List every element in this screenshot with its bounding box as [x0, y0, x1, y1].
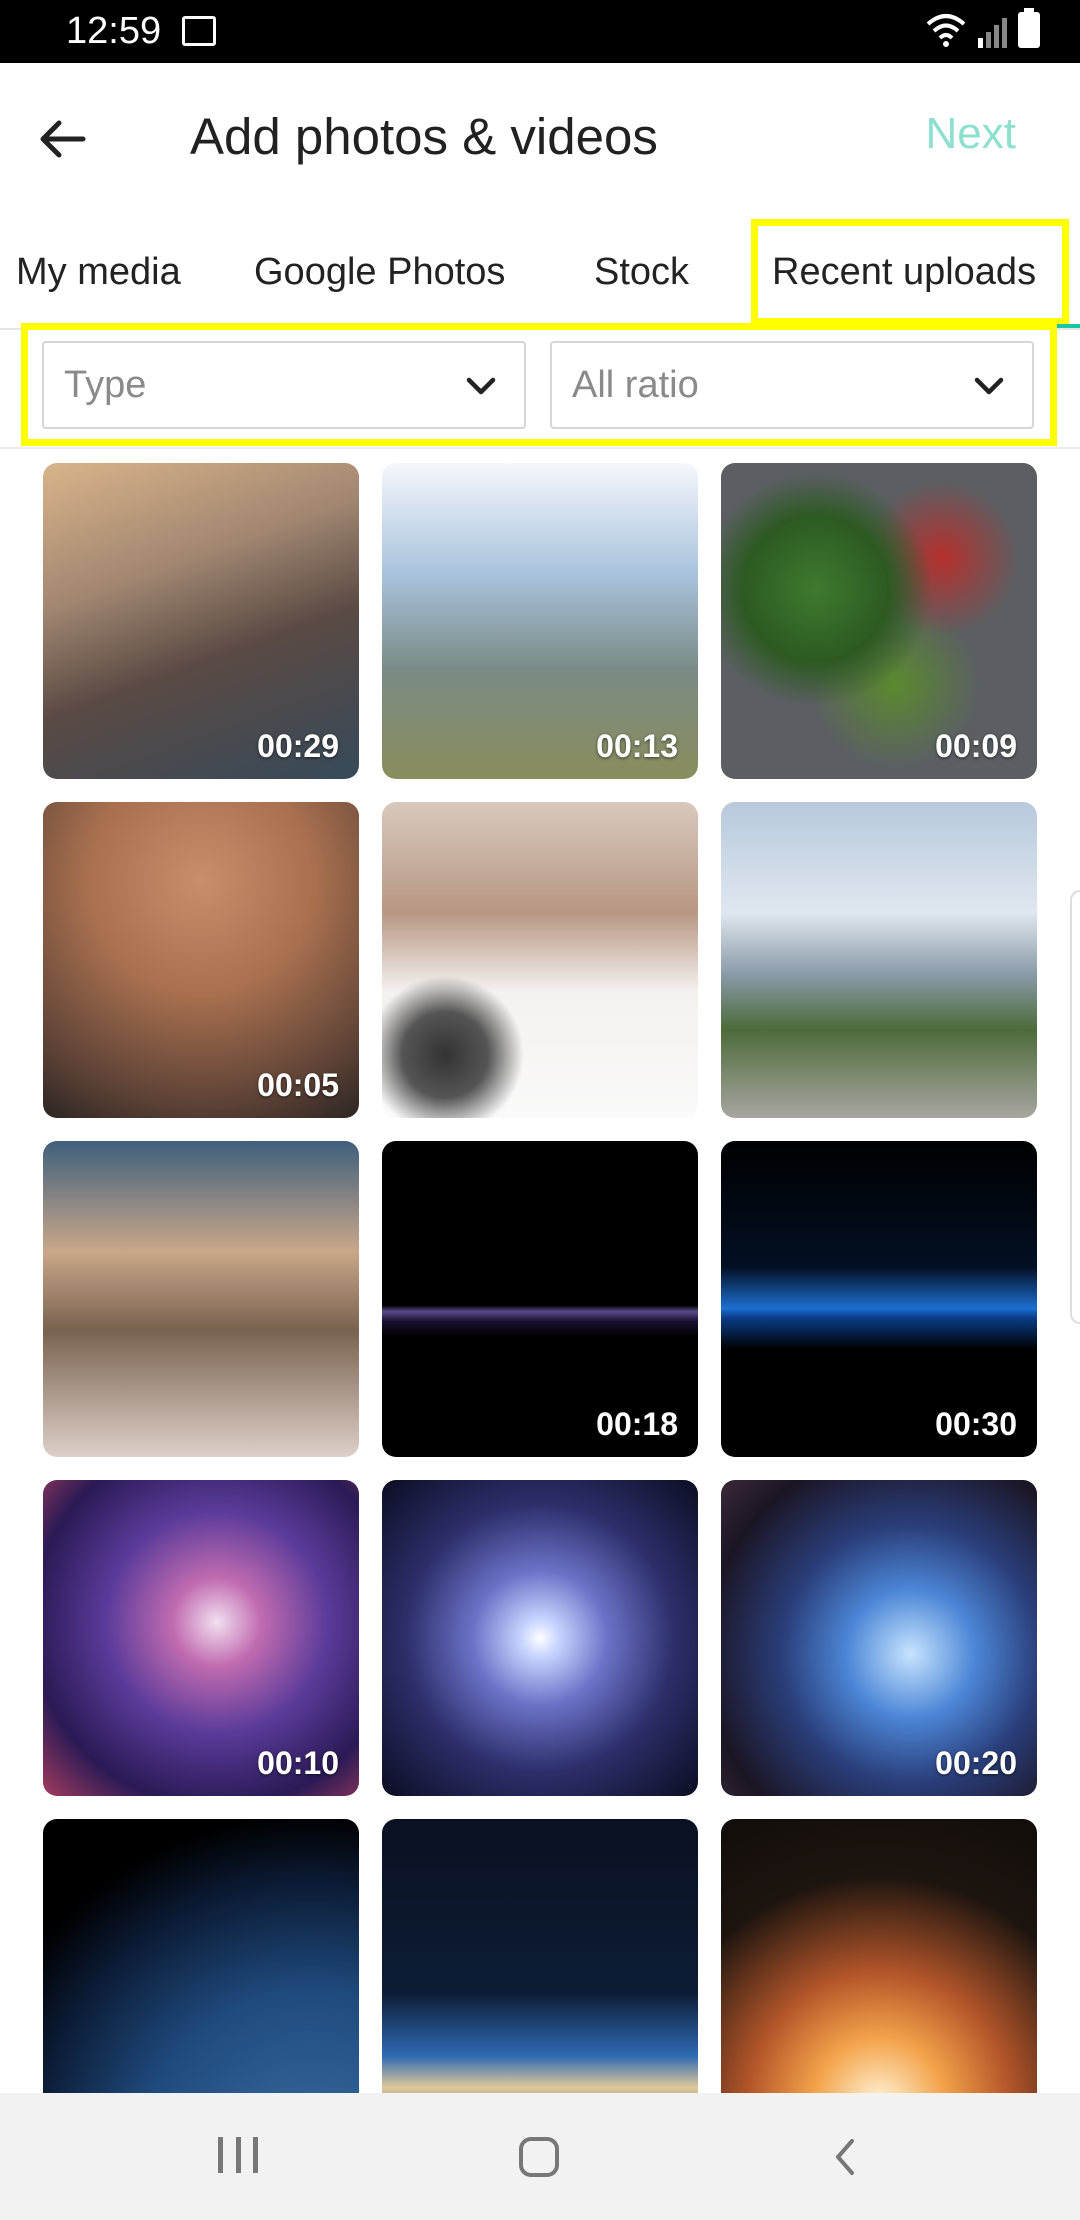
home-button[interactable] [519, 2137, 559, 2177]
media-item-galaxy[interactable]: 00:10 [43, 1480, 359, 1796]
media-item-face[interactable]: 00:05 [43, 802, 359, 1118]
media-item-horizon-purple[interactable]: 00:18 [382, 1141, 698, 1457]
tab-stock[interactable]: Stock [594, 251, 689, 294]
arrow-left-icon [40, 120, 86, 158]
signal-icon [978, 18, 1007, 48]
page-title: Add photos & videos [190, 108, 658, 165]
video-duration: 00:13 [596, 728, 678, 764]
video-duration: 00:18 [596, 1406, 678, 1442]
tab-google-photos[interactable]: Google Photos [254, 251, 505, 294]
chevron-down-icon [974, 377, 1004, 395]
status-time: 12:59 [66, 10, 162, 52]
media-item-hiker[interactable]: 00:13 [382, 463, 698, 779]
video-duration: 00:30 [935, 1406, 1017, 1442]
video-duration: 00:09 [935, 728, 1017, 764]
media-item-rocket-launch[interactable] [721, 1819, 1037, 2093]
nav-back-icon[interactable] [826, 2137, 866, 2177]
status-bar: 12:59 [0, 0, 1080, 63]
media-item-earth-sunrise[interactable] [382, 1819, 698, 2093]
video-duration: 00:20 [935, 1745, 1017, 1781]
app-header: Add photos & videos Next [0, 63, 1080, 213]
media-item-runner[interactable]: 00:29 [43, 463, 359, 779]
source-tabs: My media Google Photos Stock Recent uplo… [0, 213, 1080, 330]
wifi-icon [926, 14, 966, 47]
media-item-sleeping[interactable] [382, 802, 698, 1118]
scroll-handle[interactable] [1070, 890, 1080, 1324]
media-item-nebula[interactable]: 00:20 [721, 1480, 1037, 1796]
ratio-dropdown[interactable]: All ratio [550, 341, 1034, 429]
ratio-dropdown-label: All ratio [572, 364, 699, 406]
video-duration: 00:10 [257, 1745, 339, 1781]
video-duration: 00:05 [257, 1067, 339, 1103]
status-icons [926, 8, 1040, 48]
tab-my-media[interactable]: My media [16, 251, 181, 294]
gallery-notification-icon [182, 16, 216, 46]
chevron-down-icon [466, 377, 496, 395]
video-duration: 00:29 [257, 728, 339, 764]
type-dropdown[interactable]: Type [42, 341, 526, 429]
next-button[interactable]: Next [926, 109, 1016, 159]
media-item-earth[interactable] [43, 1819, 359, 2093]
media-item-horizon-blue[interactable]: 00:30 [721, 1141, 1037, 1457]
recent-uploads-highlight [751, 219, 1069, 325]
battery-icon [1018, 8, 1040, 48]
type-dropdown-label: Type [64, 364, 147, 406]
system-nav-bar [0, 2093, 1080, 2220]
media-item-lightspeed[interactable] [382, 1480, 698, 1796]
media-item-cyclist[interactable] [721, 802, 1037, 1118]
recents-button[interactable] [218, 2137, 258, 2177]
media-item-vegetables[interactable]: 00:09 [721, 463, 1037, 779]
media-item-cliff[interactable] [43, 1141, 359, 1457]
media-grid: 00:29 00:13 00:09 00:05 00:18 00:30 00:1… [0, 449, 1080, 2093]
back-button[interactable] [28, 109, 98, 169]
